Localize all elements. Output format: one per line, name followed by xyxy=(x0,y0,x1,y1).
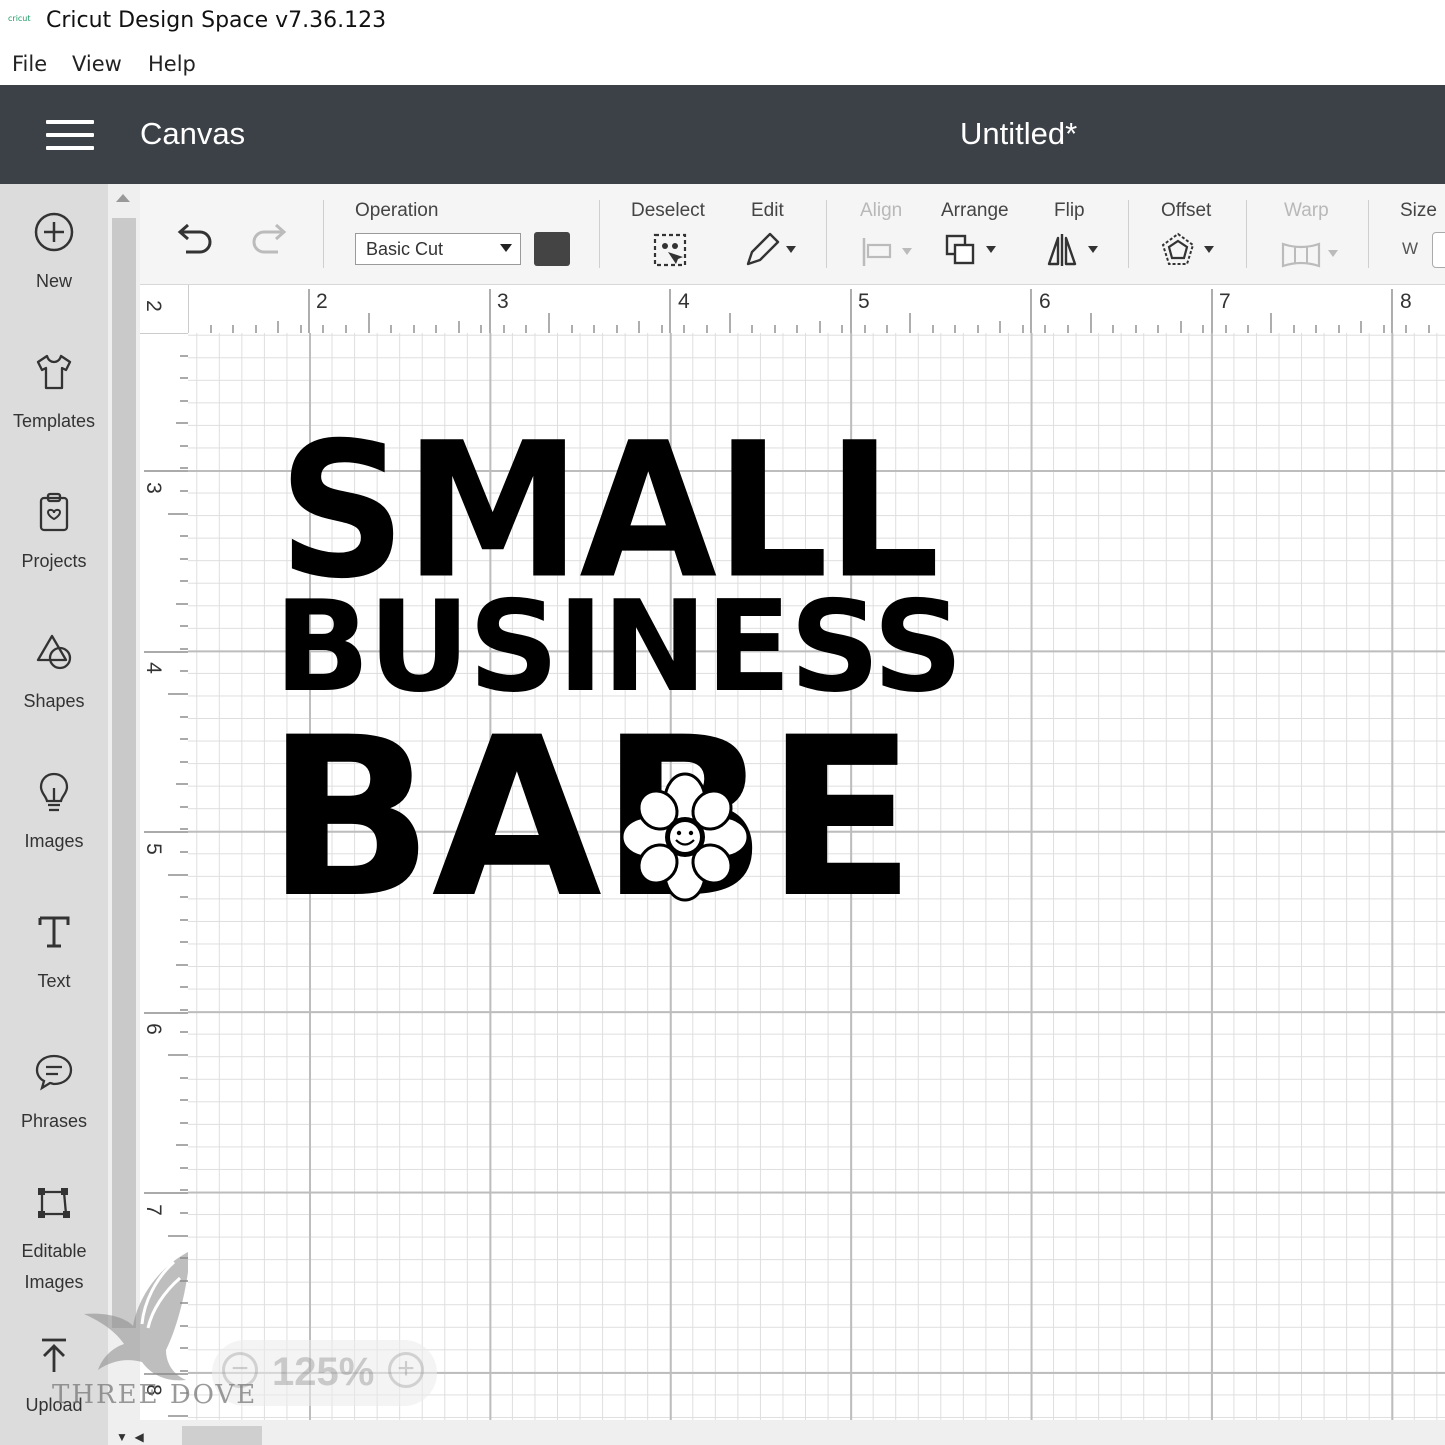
ruler-tick-label: 8 xyxy=(1400,290,1412,313)
sidebar-item-label: Images xyxy=(24,831,84,851)
toolbar-divider xyxy=(1368,200,1369,268)
dove-logo-icon xyxy=(84,1252,188,1381)
sidebar-scroll-thumb[interactable] xyxy=(112,218,136,1328)
sidebar-item-label: Phrases xyxy=(20,1111,88,1131)
size-label: Size xyxy=(1400,200,1437,221)
app-logo: cricut xyxy=(8,14,31,23)
ruler-tick-label: 4 xyxy=(678,290,690,313)
ruler-tick-label: 2 xyxy=(316,290,328,313)
hamburger-menu-icon[interactable] xyxy=(46,120,94,150)
undo-icon[interactable] xyxy=(172,222,216,258)
sidebar-item-images[interactable]: Images xyxy=(0,770,108,857)
ruler-tick-label: 3 xyxy=(141,482,165,494)
upload-icon xyxy=(42,1338,66,1372)
sidebar-item-templates[interactable]: Templates xyxy=(0,350,108,437)
flip-label: Flip xyxy=(1054,200,1085,221)
zoom-in-button[interactable]: + xyxy=(388,1352,424,1388)
arrange-icon[interactable] xyxy=(944,232,1002,268)
zoom-level: 125% xyxy=(272,1350,375,1394)
pencil-icon[interactable] xyxy=(744,230,800,268)
ruler-tick-label: 6 xyxy=(1039,290,1051,313)
align-label: Align xyxy=(860,200,903,221)
ruler-tick-label: 3 xyxy=(497,290,509,313)
watermark-text: THREE DOVE xyxy=(52,1380,258,1410)
toolbar-divider xyxy=(323,200,324,268)
tshirt-icon xyxy=(36,354,72,390)
sidebar-item-new[interactable]: New xyxy=(0,210,108,297)
toolbar-divider xyxy=(826,200,827,268)
ruler-tick-label: 7 xyxy=(1219,290,1231,313)
shapes-icon xyxy=(36,634,72,670)
speech-bubble-icon xyxy=(35,1054,73,1091)
menu-help[interactable]: Help xyxy=(148,52,196,76)
offset-label: Offset xyxy=(1161,200,1212,221)
toolbar-divider xyxy=(1128,200,1129,268)
offset-icon[interactable] xyxy=(1160,232,1218,268)
operation-select[interactable]: Basic Cut xyxy=(355,233,521,265)
menu-bar: File View Help xyxy=(0,44,1445,84)
sidebar-item-label: Templates xyxy=(12,411,96,431)
size-width-label: W xyxy=(1402,239,1419,258)
plus-circle-icon xyxy=(34,212,74,252)
menu-file[interactable]: File xyxy=(12,52,47,76)
chevron-down-icon xyxy=(500,244,512,252)
toolbar-divider xyxy=(599,200,600,268)
design-text-babe[interactable]: BABE xyxy=(266,708,916,928)
window-title: Cricut Design Space v7.36.123 xyxy=(46,8,387,33)
sidebar-item-label: New xyxy=(35,271,72,291)
operation-label: Operation xyxy=(355,200,439,221)
ruler-tick-label: 7 xyxy=(141,1204,165,1216)
sidebar-item-projects[interactable]: Projects xyxy=(0,490,108,577)
size-width-input[interactable] xyxy=(1432,232,1445,268)
operation-color-swatch[interactable] xyxy=(534,232,570,266)
editable-image-icon xyxy=(38,1188,70,1218)
warp-icon[interactable] xyxy=(1280,238,1344,270)
align-icon[interactable] xyxy=(860,236,916,268)
flip-icon[interactable] xyxy=(1046,232,1104,268)
redo-icon[interactable] xyxy=(248,222,292,258)
scroll-arrows-icon[interactable]: ▼ ◀ xyxy=(116,1430,144,1444)
clipboard-icon xyxy=(39,492,69,532)
sidebar-item-shapes[interactable]: Shapes xyxy=(0,630,108,717)
sidebar-item-text[interactable]: Text xyxy=(0,910,108,997)
toolbar-divider xyxy=(1246,200,1247,268)
edit-label: Edit xyxy=(751,200,784,221)
ruler-tick-label: 6 xyxy=(141,1023,165,1035)
menu-view[interactable]: View xyxy=(72,52,122,76)
horizontal-scroll-thumb[interactable] xyxy=(182,1426,262,1445)
horizontal-scrollbar[interactable] xyxy=(140,1420,1445,1445)
lightbulb-icon xyxy=(39,772,69,812)
deselect-label: Deselect xyxy=(631,200,705,221)
horizontal-ruler xyxy=(140,285,1445,334)
warp-label: Warp xyxy=(1284,200,1329,221)
scroll-up-icon[interactable] xyxy=(116,194,130,202)
ruler-tick-label: 4 xyxy=(141,662,165,674)
daisy-smiley-icon xyxy=(620,772,750,902)
page-title: Canvas xyxy=(140,116,246,151)
deselect-icon[interactable] xyxy=(652,232,688,268)
ruler-tick-label: 5 xyxy=(141,843,165,855)
ruler-tick-label: 5 xyxy=(858,290,870,313)
sidebar-item-label: Text xyxy=(37,971,71,991)
text-t-icon xyxy=(38,916,70,948)
arrange-label: Arrange xyxy=(941,200,1009,221)
sidebar-item-label: Shapes xyxy=(23,691,85,711)
document-title: Untitled* xyxy=(960,116,1078,151)
sidebar-item-label: Projects xyxy=(21,551,87,571)
ruler-corner-label: 2 xyxy=(141,300,165,312)
sidebar-item-phrases[interactable]: Phrases xyxy=(0,1050,108,1137)
